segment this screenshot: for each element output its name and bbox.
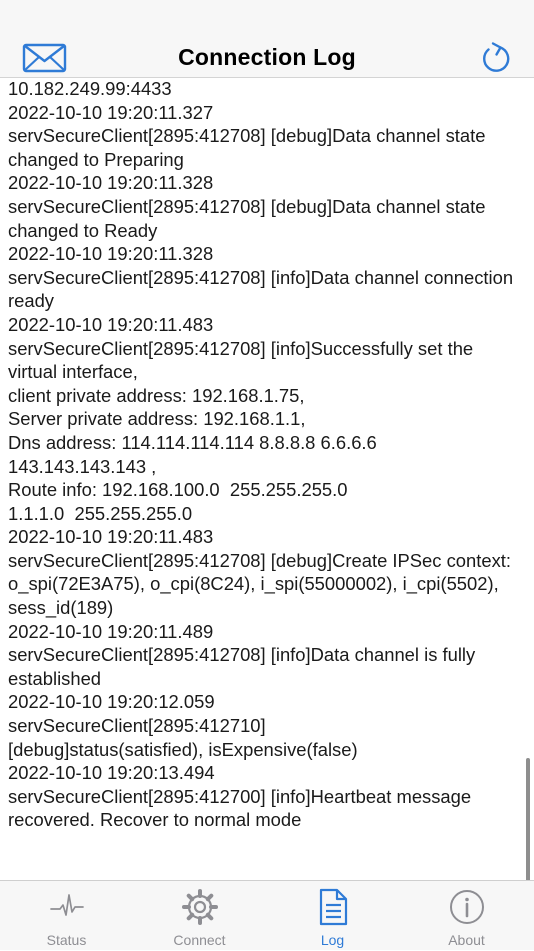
- log-line: servSecureClient[2895:412700] [info]Hear…: [8, 785, 477, 831]
- log-line: 2022-10-10 19:20:11.328: [8, 243, 214, 265]
- tab-label: Log: [320, 932, 345, 948]
- log-text: 10.182.249.99:4433 2022-10-10 19:20:11.3…: [8, 78, 518, 832]
- tab-bar: Status Connect Log About: [0, 880, 534, 950]
- log-line: 2022-10-10 19:20:12.059: [8, 691, 215, 713]
- log-line: servSecureClient[2895:412708] [debug]Cre…: [8, 549, 517, 619]
- log-line: 2022-10-10 19:20:13.494: [8, 762, 215, 784]
- navigation-bar: Connection Log: [0, 0, 534, 78]
- tab-label: Status: [46, 932, 87, 948]
- log-line: 2022-10-10 19:20:11.328: [8, 172, 214, 194]
- log-line: Server private address: 192.168.1.1,: [8, 408, 306, 430]
- log-line: Dns address: 114.114.114.114 8.8.8.8 6.6…: [8, 431, 382, 477]
- tab-status[interactable]: Status: [0, 881, 133, 951]
- info-icon: [448, 888, 486, 931]
- log-line: servSecureClient[2895:412708] [info]Data…: [8, 644, 481, 689]
- log-line: 1.1.1.0 255.255.255.0: [8, 502, 193, 524]
- log-line: 2022-10-10 19:20:11.483: [8, 526, 214, 548]
- log-line: 2022-10-10 19:20:11.483: [8, 313, 214, 335]
- log-line: servSecureClient[2895:412708] [info]Succ…: [8, 337, 479, 383]
- refresh-icon: [483, 42, 510, 72]
- tab-log[interactable]: Log: [266, 881, 399, 951]
- refresh-button[interactable]: [478, 40, 514, 76]
- log-line: client private address: 192.168.1.75,: [8, 384, 305, 406]
- log-line: 2022-10-10 19:20:11.327: [8, 101, 214, 123]
- gear-icon: [181, 888, 219, 931]
- log-line: [debug]status(satisfied), isExpensive(fa…: [8, 738, 358, 760]
- log-line: 2022-10-10 19:20:11.489: [8, 620, 214, 642]
- log-line: servSecureClient[2895:412708] [debug]Dat…: [8, 125, 491, 170]
- tab-label: Connect: [173, 932, 226, 948]
- page-title: Connection Log: [178, 44, 356, 70]
- log-line: 10.182.249.99:4433: [8, 78, 172, 99]
- log-line: servSecureClient[2895:412710]: [8, 715, 266, 737]
- heartbeat-icon: [49, 888, 85, 929]
- tab-connect[interactable]: Connect: [133, 881, 266, 951]
- log-scroll-view[interactable]: 10.182.249.99:4433 2022-10-10 19:20:11.3…: [0, 78, 534, 880]
- document-icon: [316, 888, 350, 931]
- log-line: servSecureClient[2895:412708] [info]Data…: [8, 266, 519, 312]
- log-line: servSecureClient[2895:412708] [debug]Dat…: [8, 195, 491, 241]
- tab-about[interactable]: About: [399, 881, 534, 951]
- tab-label: About: [448, 932, 485, 948]
- scroll-indicator[interactable]: [526, 758, 530, 880]
- log-line: Route info: 192.168.100.0 255.255.255.0: [8, 479, 348, 501]
